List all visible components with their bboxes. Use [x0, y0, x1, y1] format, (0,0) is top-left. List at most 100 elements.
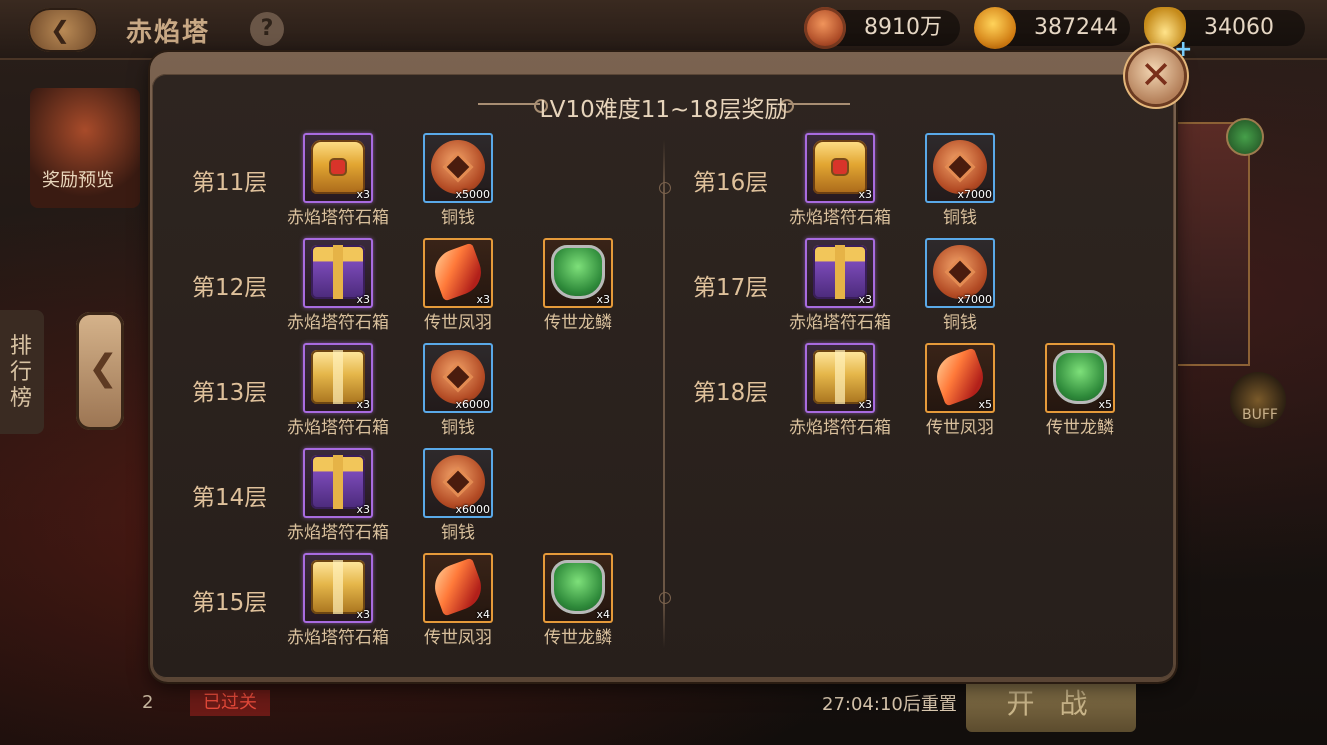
gift-box-icon — [813, 245, 867, 299]
divider-ornament — [659, 592, 671, 604]
reward-item[interactable]: x5 — [925, 343, 995, 413]
gift-box-icon — [311, 455, 365, 509]
item-name: 传世凤羽 — [424, 313, 492, 333]
floor-label: 第18层 — [693, 380, 769, 406]
item-quantity: x5 — [1098, 398, 1112, 411]
item-quantity: x3 — [356, 293, 370, 306]
item-quantity: x3 — [356, 188, 370, 201]
item-name: 赤焰塔符石箱 — [287, 418, 389, 438]
copper-amount: 8910万 — [864, 15, 942, 40]
reward-item[interactable]: x3 — [423, 238, 493, 308]
copper-counter: 8910万 — [804, 7, 960, 49]
item-name: 赤焰塔符石箱 — [287, 313, 389, 333]
floor-label: 第14层 — [192, 485, 268, 511]
back-button[interactable]: ❮ — [28, 8, 98, 52]
reward-item[interactable]: x3 — [303, 133, 373, 203]
reward-item[interactable]: x7000 — [925, 238, 995, 308]
item-quantity: x7000 — [957, 188, 992, 201]
chest-icon — [813, 140, 867, 194]
reward-item[interactable]: x3 — [303, 448, 373, 518]
back-arrow-icon: ❮ — [50, 16, 71, 44]
reward-item[interactable]: x3 — [303, 238, 373, 308]
reward-item[interactable]: x3 — [303, 343, 373, 413]
item-name: 赤焰塔符石箱 — [287, 523, 389, 543]
item-name: 传世龙鳞 — [544, 628, 612, 648]
copper-coin-icon — [431, 140, 485, 194]
item-name: 传世龙鳞 — [544, 313, 612, 333]
ingot-counter[interactable]: + 34060 — [1144, 7, 1305, 62]
reward-item[interactable]: x3 — [543, 238, 613, 308]
item-quantity: x6000 — [455, 503, 490, 516]
reward-item[interactable]: x5000 — [423, 133, 493, 203]
item-name: 传世凤羽 — [926, 418, 994, 438]
item-quantity: x3 — [356, 398, 370, 411]
gold-flame-icon — [974, 7, 1016, 49]
item-quantity: x4 — [476, 608, 490, 621]
gold-box-icon — [311, 350, 365, 404]
close-button[interactable]: ✕ — [1128, 48, 1184, 104]
passed-tag: 已过关 — [190, 690, 270, 716]
item-quantity: x5000 — [455, 188, 490, 201]
reward-preview-label: 奖励预览 — [42, 170, 114, 191]
copper-coin-icon — [933, 140, 987, 194]
reward-item[interactable]: x3 — [805, 343, 875, 413]
copper-coin-icon — [431, 455, 485, 509]
item-quantity: x4 — [596, 608, 610, 621]
item-quantity: x3 — [476, 293, 490, 306]
reward-item[interactable]: x4 — [543, 553, 613, 623]
floor-label: 第12层 — [192, 275, 268, 301]
ranking-label: 排行榜 — [10, 334, 33, 411]
buff-label: BUFF — [1242, 407, 1278, 423]
item-quantity: x3 — [858, 398, 872, 411]
item-quantity: x3 — [356, 503, 370, 516]
modal-title: LV10难度11~18层奖励 — [539, 97, 788, 123]
prev-page-button[interactable]: ❮ — [76, 312, 124, 430]
chevron-left-icon: ❮ — [88, 348, 119, 389]
item-quantity: x3 — [596, 293, 610, 306]
row-number: 2 — [142, 692, 154, 713]
item-name: 赤焰塔符石箱 — [789, 208, 891, 228]
dragon-scale-icon — [551, 245, 605, 299]
page-title: 赤焰塔 — [126, 18, 211, 48]
copper-coin-icon — [804, 7, 846, 49]
floor-label: 第13层 — [192, 380, 268, 406]
dragon-scale-icon — [551, 560, 605, 614]
copper-coin-icon — [431, 350, 485, 404]
divider-ornament — [659, 182, 671, 194]
reward-item[interactable]: x3 — [805, 133, 875, 203]
gold-box-icon — [311, 560, 365, 614]
item-name: 铜钱 — [943, 313, 977, 333]
reward-item[interactable]: x7000 — [925, 133, 995, 203]
item-quantity: x3 — [356, 608, 370, 621]
item-name: 传世龙鳞 — [1046, 418, 1114, 438]
reward-item[interactable]: x3 — [805, 238, 875, 308]
item-name: 铜钱 — [441, 418, 475, 438]
item-name: 传世凤羽 — [424, 628, 492, 648]
item-name: 铜钱 — [441, 523, 475, 543]
reward-item[interactable]: x5 — [1045, 343, 1115, 413]
item-quantity: x3 — [858, 188, 872, 201]
reward-item[interactable]: x3 — [303, 553, 373, 623]
start-battle-button[interactable]: 开 战 — [966, 676, 1136, 732]
item-quantity: x5 — [978, 398, 992, 411]
dragon-scale-icon — [1053, 350, 1107, 404]
reward-item[interactable]: x6000 — [423, 448, 493, 518]
reward-item[interactable]: x6000 — [423, 343, 493, 413]
reward-item[interactable]: x4 — [423, 553, 493, 623]
gold-counter: 387244 — [974, 7, 1130, 49]
item-name: 铜钱 — [441, 208, 475, 228]
top-bar: ❮ 赤焰塔 ? 8910万 387244 + 34060 — [0, 0, 1327, 62]
item-name: 赤焰塔符石箱 — [287, 208, 389, 228]
floor-label: 第15层 — [192, 590, 268, 616]
reset-timer: 27:04:10后重置 — [822, 694, 957, 715]
item-name: 赤焰塔符石箱 — [287, 628, 389, 648]
copper-coin-icon — [933, 245, 987, 299]
gift-box-icon — [311, 245, 365, 299]
gold-amount: 387244 — [1034, 15, 1118, 40]
help-button[interactable]: ? — [250, 12, 284, 46]
hero-card — [1176, 122, 1250, 366]
floor-label: 第17层 — [693, 275, 769, 301]
column-divider — [663, 140, 665, 648]
item-name: 赤焰塔符石箱 — [789, 313, 891, 333]
ingot-amount: 34060 — [1204, 15, 1274, 40]
